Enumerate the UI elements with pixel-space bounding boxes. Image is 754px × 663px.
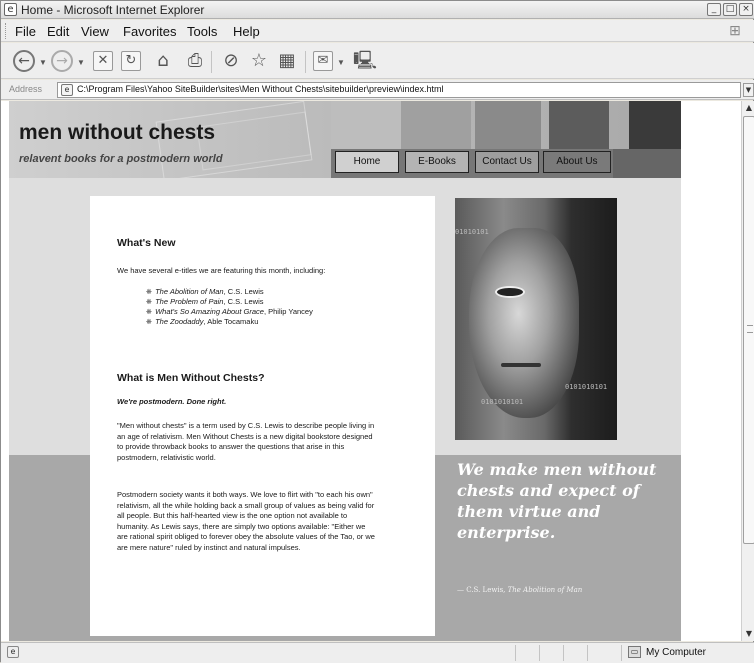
menu-grip bbox=[5, 23, 8, 39]
refresh-icon[interactable]: ↻ bbox=[121, 51, 141, 71]
book-author: , Able Tocamaku bbox=[203, 317, 259, 326]
web-page: men without chests relavent books for a … bbox=[9, 101, 681, 641]
nav-fill bbox=[613, 149, 681, 178]
book-author: , C.S. Lewis bbox=[223, 297, 264, 306]
messenger-icon[interactable]: 🖳 bbox=[353, 49, 377, 73]
print-icon[interactable]: ⎙ bbox=[183, 49, 207, 73]
nav-about-us[interactable]: About Us bbox=[543, 151, 611, 173]
nav-contact-us[interactable]: Contact Us bbox=[475, 151, 539, 173]
list-item: ❋ The Zoodaddy, Able Tocamaku bbox=[146, 317, 258, 329]
site-title: men without chests bbox=[19, 121, 216, 144]
whats-new-intro: We have several e-titles we are featurin… bbox=[117, 266, 326, 275]
menu-bar: File Edit View Favorites Tools Help ⊞ bbox=[1, 20, 754, 42]
nav-home[interactable]: Home bbox=[335, 151, 399, 173]
home-icon[interactable]: ⌂ bbox=[151, 49, 175, 73]
book-title: The Problem of Pain bbox=[155, 297, 224, 306]
binary-text: 0101010101 bbox=[481, 398, 524, 406]
status-bar: e ▭ My Computer bbox=[1, 642, 754, 663]
scroll-up-icon[interactable]: ▲ bbox=[743, 101, 754, 115]
menu-edit[interactable]: Edit bbox=[47, 24, 69, 39]
security-zone: My Computer bbox=[646, 647, 707, 658]
book-author: , Philip Yancey bbox=[263, 307, 313, 316]
face-shape bbox=[469, 228, 579, 418]
address-bar: Address e C:\Program Files\Yahoo SiteBui… bbox=[1, 80, 754, 100]
page-icon: e bbox=[61, 84, 73, 96]
ie-icon: e bbox=[4, 3, 17, 16]
bullet-icon: ❋ bbox=[146, 319, 152, 326]
status-divider bbox=[587, 645, 588, 661]
whats-new-heading: What's New bbox=[117, 237, 176, 249]
mail-icon[interactable]: ✉ bbox=[313, 51, 333, 71]
menu-favorites[interactable]: Favorites bbox=[123, 24, 176, 39]
thumb-grip bbox=[747, 325, 753, 333]
media-icon[interactable]: ▦ bbox=[275, 49, 299, 73]
back-icon[interactable]: ← bbox=[13, 50, 35, 72]
book-title: The Zoodaddy bbox=[155, 317, 204, 326]
about-heading: What is Men Without Chests? bbox=[117, 372, 265, 384]
site-header: men without chests relavent books for a … bbox=[9, 101, 681, 182]
header-swatch bbox=[549, 101, 609, 149]
forward-dropdown-icon[interactable]: ▼ bbox=[77, 58, 85, 67]
toolbar-separator bbox=[211, 51, 212, 73]
citation-prefix: — C.S. Lewis, bbox=[457, 586, 508, 594]
done-page-icon: e bbox=[7, 646, 19, 658]
stop-icon[interactable]: ✕ bbox=[93, 51, 113, 71]
scroll-down-icon[interactable]: ▼ bbox=[743, 627, 754, 641]
windows-logo-icon: ⊞ bbox=[729, 22, 741, 38]
about-paragraph-2: Postmodern society wants it both ways. W… bbox=[117, 490, 375, 552]
header-swatch bbox=[475, 101, 541, 149]
binary-text: 0101010101 bbox=[565, 383, 608, 391]
header-swatch bbox=[629, 101, 681, 149]
quote-citation: — C.S. Lewis, The Abolition of Man bbox=[457, 586, 582, 594]
minimize-button[interactable]: _ bbox=[707, 3, 721, 16]
status-divider bbox=[515, 645, 516, 661]
content-card: What's New We have several e-titles we a… bbox=[90, 196, 435, 636]
computer-icon: ▭ bbox=[628, 646, 641, 658]
title-bar: e Home - Microsoft Internet Explorer _ □… bbox=[1, 1, 754, 19]
toolbar-separator bbox=[305, 51, 306, 73]
eye-shape bbox=[495, 286, 525, 298]
address-dropdown-icon[interactable]: ▼ bbox=[743, 83, 754, 97]
search-icon[interactable]: ⊘ bbox=[219, 49, 243, 73]
header-swatch bbox=[401, 101, 471, 149]
status-divider bbox=[563, 645, 564, 661]
hero-image: 01010101 0101010101 0101010101 bbox=[455, 198, 617, 440]
page-viewport: men without chests relavent books for a … bbox=[1, 101, 741, 641]
nav-ebooks[interactable]: E-Books bbox=[405, 151, 469, 173]
citation-title: The Abolition of Man bbox=[507, 586, 583, 594]
menu-view[interactable]: View bbox=[81, 24, 109, 39]
vertical-scrollbar[interactable]: ▲ ▼ bbox=[741, 101, 754, 641]
slogan: We're postmodern. Done right. bbox=[117, 397, 227, 406]
browser-window: e Home - Microsoft Internet Explorer _ □… bbox=[0, 0, 754, 663]
address-url[interactable]: C:\Program Files\Yahoo SiteBuilder\sites… bbox=[77, 84, 444, 94]
mouth-shape bbox=[501, 363, 541, 367]
binary-text: 01010101 bbox=[455, 228, 489, 236]
book-author: , C.S. Lewis bbox=[223, 287, 264, 296]
about-paragraph-1: "Men without chests" is a term used by C… bbox=[117, 421, 375, 462]
book-title: The Abolition of Man bbox=[155, 287, 224, 296]
toolbar: ← ▼ → ▼ ✕ ↻ ⌂ ⎙ ⊘ ☆ ▦ ✉ ▼ 🖳 bbox=[1, 43, 754, 79]
quote-text: We make men without chests and expect of… bbox=[457, 460, 657, 542]
status-divider bbox=[539, 645, 540, 661]
status-divider bbox=[621, 645, 622, 661]
forward-icon[interactable]: → bbox=[51, 50, 73, 72]
maximize-button[interactable]: □ bbox=[723, 3, 737, 16]
close-button[interactable]: × bbox=[739, 3, 753, 16]
menu-tools[interactable]: Tools bbox=[187, 24, 217, 39]
window-title: Home - Microsoft Internet Explorer bbox=[21, 3, 205, 17]
mail-dropdown-icon[interactable]: ▼ bbox=[337, 58, 345, 67]
back-dropdown-icon[interactable]: ▼ bbox=[39, 58, 47, 67]
favorites-icon[interactable]: ☆ bbox=[247, 49, 271, 73]
book-title: What's So Amazing About Grace bbox=[155, 307, 264, 316]
site-tagline: relavent books for a postmodern world bbox=[19, 153, 223, 165]
menu-file[interactable]: File bbox=[15, 24, 36, 39]
menu-help[interactable]: Help bbox=[233, 24, 260, 39]
address-label: Address bbox=[9, 84, 43, 94]
header-swatch bbox=[331, 101, 401, 149]
scrollbar-thumb[interactable] bbox=[743, 116, 754, 544]
